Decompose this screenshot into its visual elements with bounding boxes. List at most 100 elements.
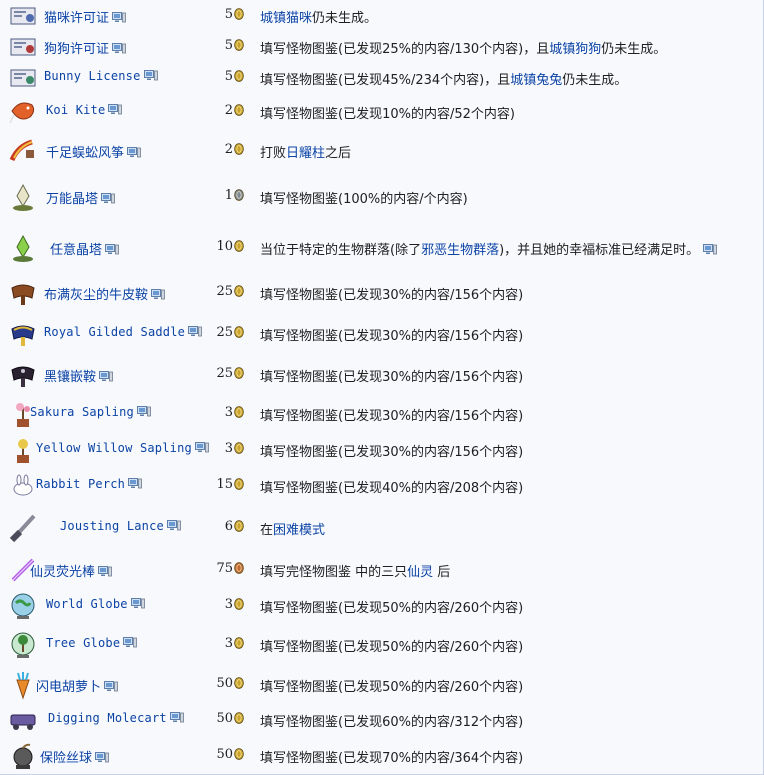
jousting-lance-icon[interactable] bbox=[8, 513, 38, 543]
rabbit-perch-icon[interactable] bbox=[8, 471, 38, 501]
condition-text: 填写怪物图鉴(已发现30%的内容/156个内容) bbox=[260, 409, 524, 424]
table-row: 万能晶塔 1 填写怪物图鉴(100%的内容/个内容) bbox=[0, 172, 764, 222]
table-row: World Globe 3 填写怪物图鉴(已发现50%的内容/260个内容) bbox=[0, 587, 764, 624]
item-name-text: 千足蜈蚣风筝 bbox=[46, 146, 125, 161]
condition-link[interactable]: 城镇猫咪 bbox=[260, 11, 312, 26]
condition-text: 仍未生成。 bbox=[562, 73, 628, 88]
gold-coin-icon bbox=[234, 478, 244, 490]
price-value: 3 bbox=[224, 405, 233, 420]
item-name-text: Tree Globe bbox=[46, 636, 121, 650]
gold-coin-icon bbox=[234, 70, 244, 82]
item-name-link[interactable]: 闪电胡萝卜 bbox=[36, 676, 118, 695]
condition-text: 填写怪物图鉴(已发现30%的内容/156个内容) bbox=[260, 370, 524, 385]
item-name-text: 狗狗许可证 bbox=[44, 42, 110, 57]
pc-version-icon bbox=[95, 752, 109, 763]
item-name-link[interactable]: Jousting Lance bbox=[60, 519, 181, 533]
condition-text: 填写怪物图鉴(已发现60%的内容/312个内容) bbox=[260, 715, 524, 730]
item-name-text: Royal Gilded Saddle bbox=[44, 325, 186, 339]
platinum-coin-icon bbox=[234, 189, 244, 201]
availability-condition: 城镇猫咪仍未生成。 bbox=[260, 7, 377, 26]
item-name-link[interactable]: 任意晶塔 bbox=[50, 239, 119, 258]
item-name-text: Yellow Willow Sapling bbox=[36, 441, 192, 455]
item-name-text: Sakura Sapling bbox=[30, 405, 134, 419]
world-globe-icon[interactable] bbox=[8, 591, 38, 621]
item-price: 25 bbox=[200, 366, 244, 381]
item-name-link[interactable]: 猫咪许可证 bbox=[44, 7, 126, 26]
item-name-link[interactable]: Sakura Sapling bbox=[30, 405, 151, 419]
condition-link[interactable]: 仙灵 bbox=[407, 565, 433, 580]
item-name-link[interactable]: 仙灵荧光棒 bbox=[30, 561, 112, 580]
dusty-saddle-icon[interactable] bbox=[8, 278, 38, 308]
item-name-text: Bunny License bbox=[44, 69, 141, 83]
centipede-kite-icon[interactable] bbox=[8, 136, 38, 166]
condition-text: 填写怪物图鉴(已发现30%的内容/156个内容) bbox=[260, 329, 524, 344]
item-name-link[interactable]: 千足蜈蚣风筝 bbox=[46, 142, 141, 161]
condition-link[interactable]: 困难模式 bbox=[273, 523, 325, 538]
condition-text: 仍未生成。 bbox=[312, 11, 378, 26]
item-price: 6 bbox=[200, 519, 244, 534]
availability-condition: 填写完怪物图鉴 中的三只仙灵 后 bbox=[260, 561, 450, 580]
price-value: 50 bbox=[216, 747, 233, 762]
gold-coin-icon bbox=[234, 598, 244, 610]
gold-coin-icon bbox=[234, 285, 244, 297]
item-name-link[interactable]: Yellow Willow Sapling bbox=[36, 441, 209, 455]
condition-text: 填写怪物图鉴(已发现10%的内容/52个内容) bbox=[260, 107, 515, 122]
table-row: Royal Gilded Saddle 25 填写怪物图鉴(已发现30%的内容/15… bbox=[0, 313, 764, 355]
condition-link[interactable]: 邪恶生物群落 bbox=[421, 243, 499, 258]
item-name-link[interactable]: Royal Gilded Saddle bbox=[44, 325, 202, 339]
availability-condition: 填写怪物图鉴(已发现50%的内容/260个内容) bbox=[260, 636, 523, 655]
any-pylon-icon[interactable] bbox=[8, 233, 38, 263]
fuse-ball-icon[interactable] bbox=[8, 741, 38, 771]
price-value: 2 bbox=[224, 103, 233, 118]
pc-version-icon bbox=[166, 520, 181, 531]
price-value: 25 bbox=[216, 325, 233, 340]
digging-molecart-icon[interactable] bbox=[8, 705, 38, 735]
item-name-link[interactable]: World Globe bbox=[46, 597, 145, 611]
black-saddle-icon[interactable] bbox=[8, 360, 38, 390]
table-row: 黑镶嵌鞍 25 填写怪物图鉴(已发现30%的内容/156个内容) bbox=[0, 355, 764, 395]
gold-coin-icon bbox=[234, 442, 244, 454]
condition-text: 填写怪物图鉴(已发现40%的内容/208个内容) bbox=[260, 481, 524, 496]
table-row: Jousting Lance 6 在困难模式 bbox=[0, 503, 764, 552]
item-name-link[interactable]: 万能晶塔 bbox=[46, 188, 115, 207]
item-table: 猫咪许可证 5 城镇猫咪仍未生成。 狗狗许可证 5 填写怪物图鉴(已发现25%的内容/13… bbox=[0, 0, 764, 775]
copper-coin-icon bbox=[234, 562, 244, 574]
item-price: 2 bbox=[200, 103, 244, 118]
pc-version-icon bbox=[136, 406, 151, 417]
pc-version-icon bbox=[128, 478, 143, 489]
item-name-link[interactable]: 布满灰尘的牛皮鞍 bbox=[44, 284, 165, 303]
table-row: 猫咪许可证 5 城镇猫咪仍未生成。 bbox=[0, 0, 764, 31]
item-name-text: 猫咪许可证 bbox=[44, 11, 110, 26]
item-name-link[interactable]: 黑镶嵌鞍 bbox=[44, 366, 113, 385]
item-name-link[interactable]: 保险丝球 bbox=[40, 747, 109, 766]
cat-license-icon[interactable] bbox=[8, 1, 38, 31]
item-name-link[interactable]: Tree Globe bbox=[46, 636, 138, 650]
item-name-text: Digging Molecart bbox=[48, 711, 167, 725]
item-name-link[interactable]: Rabbit Perch bbox=[36, 477, 143, 491]
dog-license-icon[interactable] bbox=[8, 32, 38, 62]
item-name-text: 万能晶塔 bbox=[46, 192, 99, 207]
condition-link[interactable]: 日耀柱 bbox=[286, 146, 325, 161]
item-name-link[interactable]: 狗狗许可证 bbox=[44, 38, 126, 57]
item-name-link[interactable]: Digging Molecart bbox=[48, 711, 184, 725]
item-name-link[interactable]: Bunny License bbox=[44, 69, 158, 83]
table-row: 保险丝球 50 填写怪物图鉴(已发现70%的内容/364个内容) bbox=[0, 736, 764, 775]
willow-sapling-icon[interactable] bbox=[8, 435, 38, 465]
condition-link[interactable]: 城镇兔兔 bbox=[510, 73, 562, 88]
item-price: 25 bbox=[200, 325, 244, 340]
availability-condition: 打败日耀柱之后 bbox=[260, 142, 351, 161]
table-row: Koi Kite 2 填写怪物图鉴(已发现10%的内容/52个内容) bbox=[0, 93, 764, 130]
item-name-link[interactable]: Koi Kite bbox=[46, 103, 123, 117]
table-row: 狗狗许可证 5 填写怪物图鉴(已发现25%的内容/130个内容)，且城镇狗狗仍未生成… bbox=[0, 31, 764, 62]
koi-kite-icon[interactable] bbox=[8, 97, 38, 127]
item-name-text: 任意晶塔 bbox=[50, 243, 103, 258]
gold-coin-icon bbox=[234, 677, 244, 689]
gold-coin-icon bbox=[234, 637, 244, 649]
royal-saddle-icon[interactable] bbox=[8, 319, 38, 349]
universal-pylon-icon[interactable] bbox=[8, 182, 38, 212]
lightning-carrot-icon[interactable] bbox=[8, 670, 38, 700]
availability-condition: 填写怪物图鉴(已发现50%的内容/260个内容) bbox=[260, 676, 523, 695]
bunny-license-icon[interactable] bbox=[8, 63, 38, 93]
condition-link[interactable]: 城镇狗狗 bbox=[549, 42, 601, 57]
tree-globe-icon[interactable] bbox=[8, 630, 38, 660]
